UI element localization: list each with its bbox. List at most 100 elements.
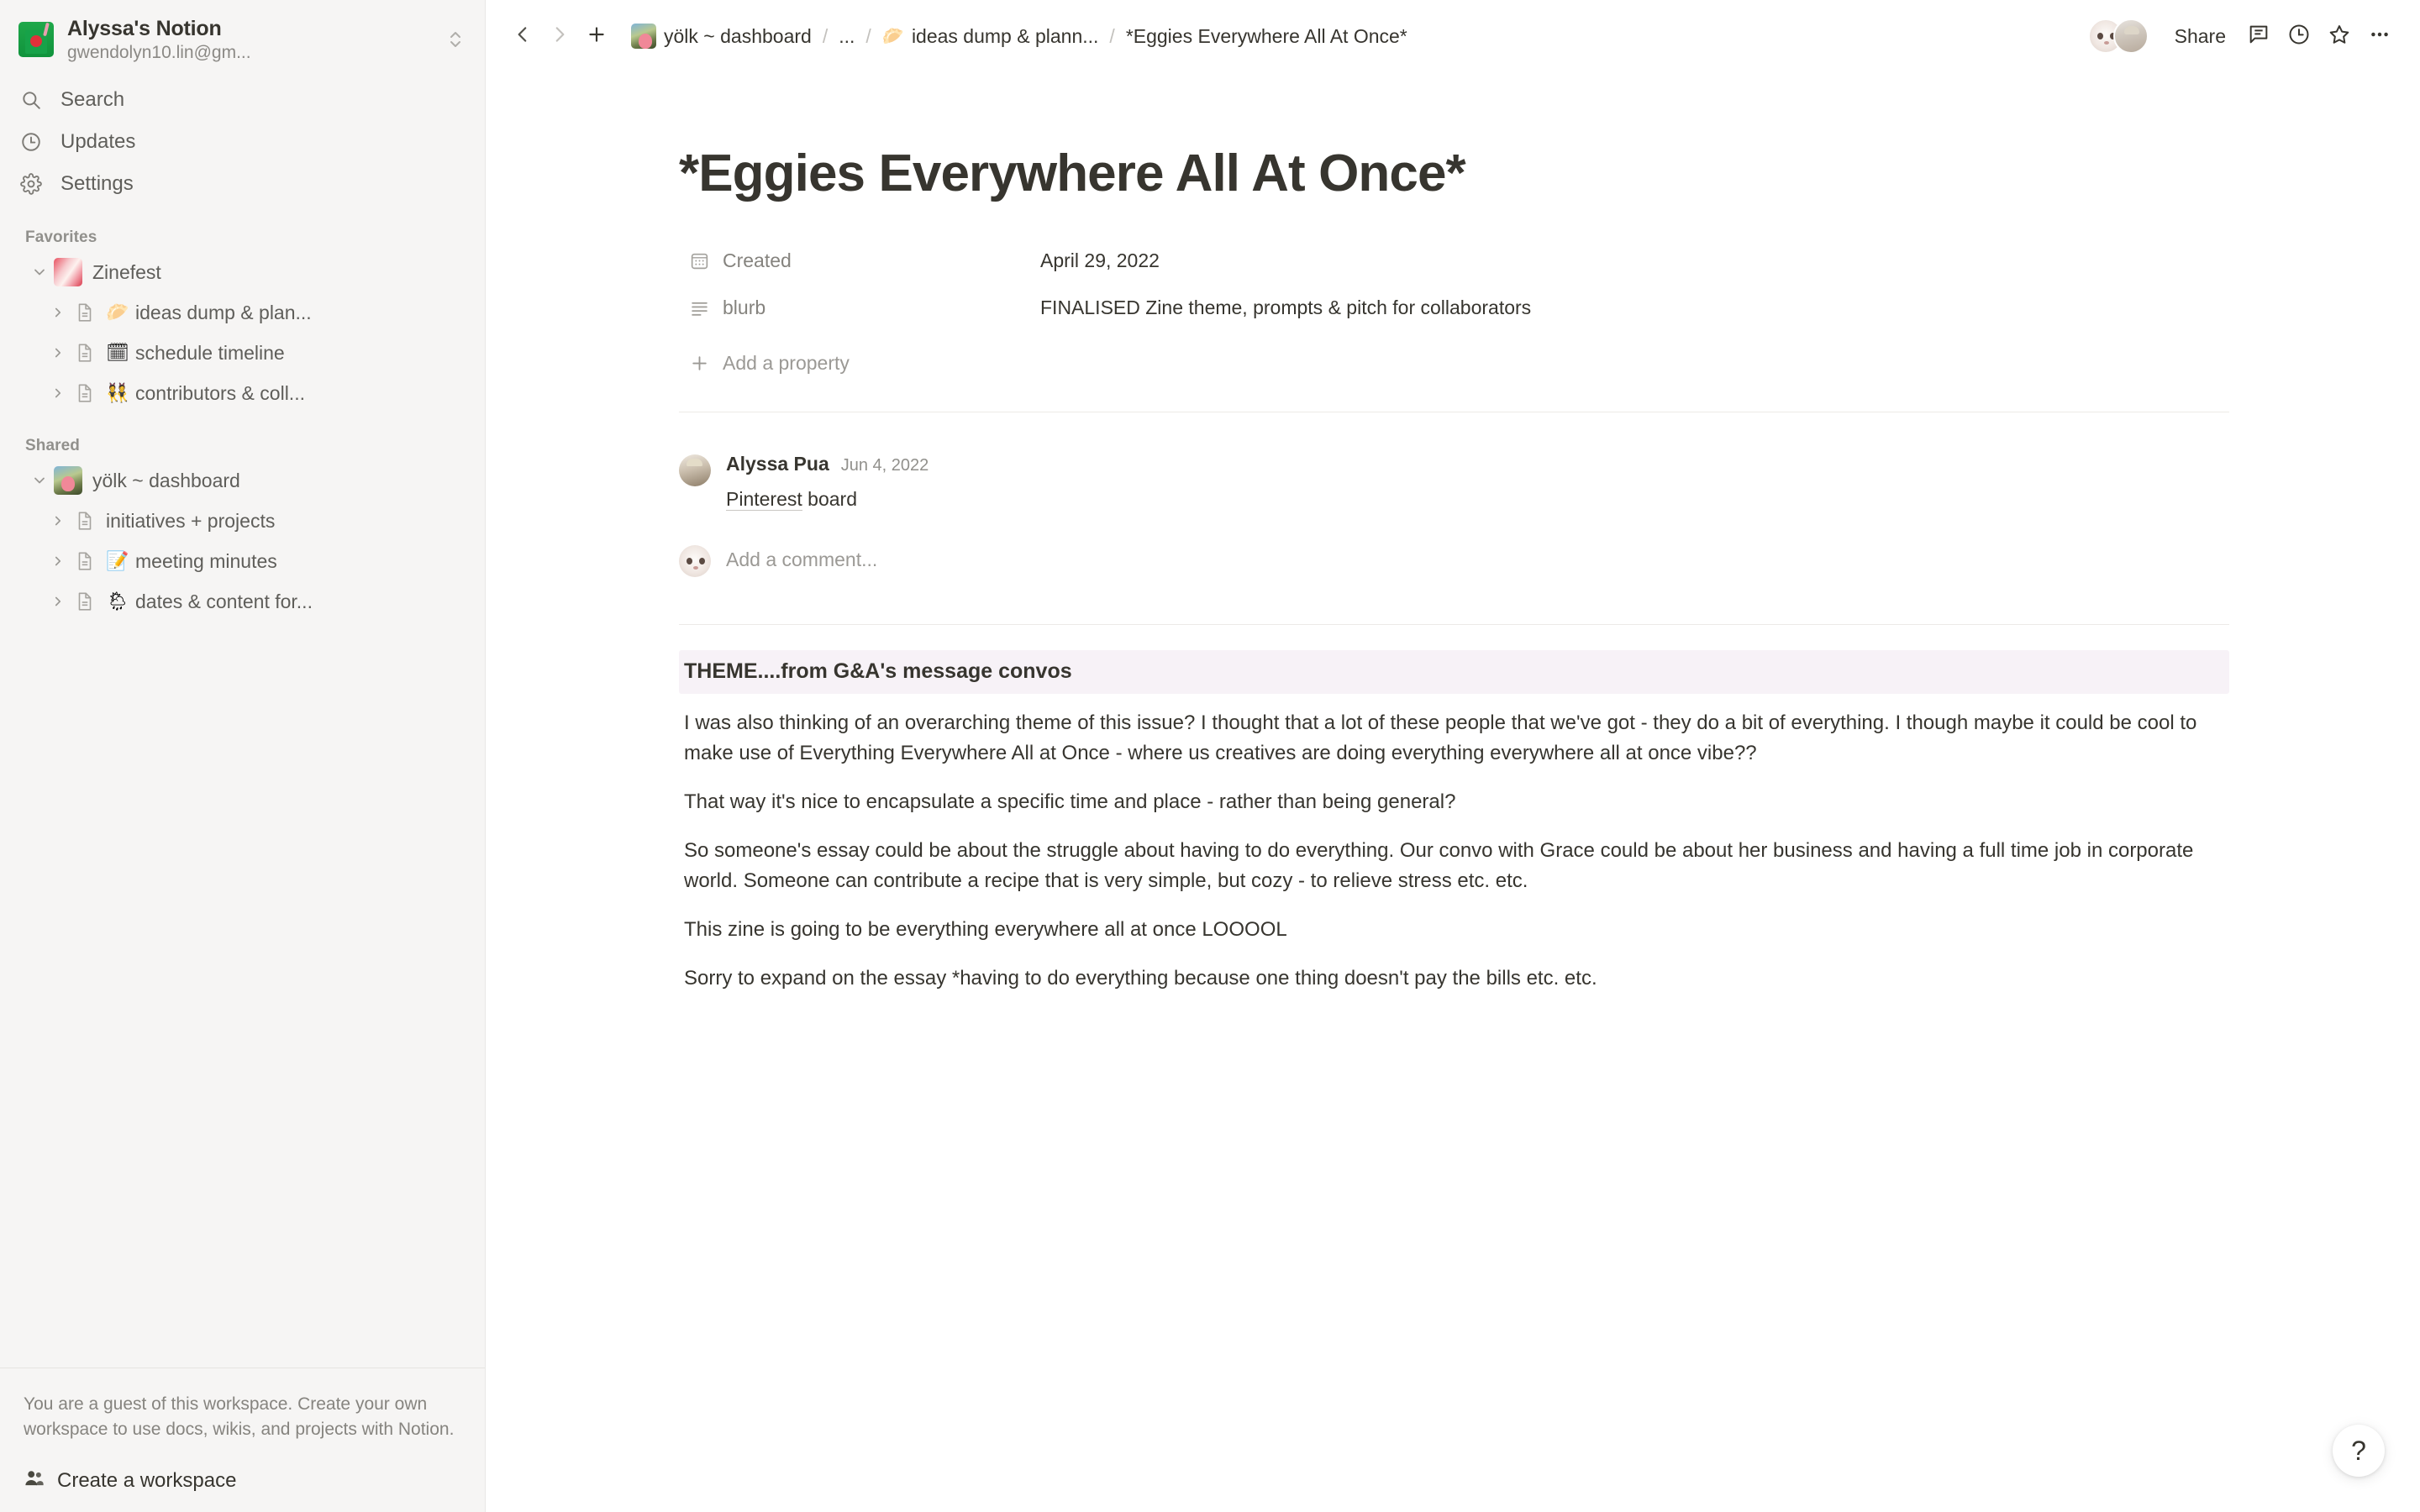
main-area: yölk ~ dashboard / ... / 🥟 ideas dump & … bbox=[486, 0, 2420, 1512]
sidebar: Alyssa's Notion gwendolyn10.lin@gm... Se… bbox=[0, 0, 486, 1512]
back-button[interactable] bbox=[504, 18, 541, 55]
sidebar-item-zinefest[interactable]: Zinefest bbox=[0, 252, 485, 292]
comment-date: Jun 4, 2022 bbox=[840, 456, 929, 475]
sidebar-item-meeting-minutes[interactable]: 📝 meeting minutes bbox=[0, 541, 485, 581]
chevron-right-icon[interactable] bbox=[44, 386, 72, 401]
sidebar-item-schedule-timeline[interactable]: 🗓 schedule timeline bbox=[0, 333, 485, 373]
property-value[interactable]: April 29, 2022 bbox=[1032, 242, 2229, 279]
property-value[interactable]: FINALISED Zine theme, prompts & pitch fo… bbox=[1032, 289, 2229, 326]
avatar[interactable] bbox=[679, 454, 711, 486]
sidebar-item-initiatives-projects[interactable]: initiatives + projects bbox=[0, 501, 485, 541]
comment-text: Pinterest board bbox=[726, 485, 2229, 513]
chevron-left-icon bbox=[512, 24, 534, 50]
breadcrumb: yölk ~ dashboard / ... / 🥟 ideas dump & … bbox=[623, 19, 2088, 53]
breadcrumb-item-ideas-dump[interactable]: 🥟 ideas dump & plann... bbox=[875, 20, 1107, 52]
page-title[interactable]: *Eggies Everywhere All At Once* bbox=[679, 143, 2229, 205]
property-key[interactable]: blurb bbox=[679, 289, 1032, 326]
star-icon bbox=[2328, 23, 2351, 50]
calendar-icon bbox=[687, 249, 711, 272]
breadcrumb-separator: / bbox=[1109, 24, 1115, 47]
property-key[interactable]: Created bbox=[679, 242, 1032, 279]
content-paragraph[interactable]: Sorry to expand on the essay *having to … bbox=[679, 959, 2229, 998]
chevron-right-icon[interactable] bbox=[44, 345, 72, 360]
new-page-button[interactable] bbox=[578, 18, 615, 55]
sidebar-item-search[interactable]: Search bbox=[0, 79, 485, 121]
sidebar-item-contributors[interactable]: 👯 contributors & coll... bbox=[0, 373, 485, 413]
page-inner: *Eggies Everywhere All At Once* Created … bbox=[679, 72, 2229, 998]
app-root: Alyssa's Notion gwendolyn10.lin@gm... Se… bbox=[0, 0, 2420, 1512]
sidebar-item-label: schedule timeline bbox=[135, 342, 285, 364]
breadcrumb-item-current-page[interactable]: *Eggies Everywhere All At Once* bbox=[1118, 20, 1415, 52]
property-row-blurb: blurb FINALISED Zine theme, prompts & pi… bbox=[679, 289, 2229, 336]
workspace-switcher[interactable]: Alyssa's Notion gwendolyn10.lin@gm... bbox=[0, 0, 485, 72]
page-emoji: 📝 bbox=[106, 550, 129, 571]
chevron-right-icon[interactable] bbox=[44, 594, 72, 609]
chevron-right-icon[interactable] bbox=[44, 305, 72, 320]
page-container: *Eggies Everywhere All At Once* Created … bbox=[486, 72, 2420, 998]
content-heading[interactable]: THEME....from G&A's message convos bbox=[679, 650, 2229, 694]
breadcrumb-separator: / bbox=[822, 24, 829, 47]
more-options-button[interactable] bbox=[2361, 18, 2398, 55]
chevron-down-icon[interactable] bbox=[25, 264, 54, 281]
forward-button[interactable] bbox=[541, 18, 578, 55]
avatar[interactable] bbox=[2112, 18, 2149, 54]
chevron-updown-icon[interactable] bbox=[445, 29, 466, 50]
breadcrumb-item-ellipsis[interactable]: ... bbox=[831, 20, 862, 52]
sidebar-item-label: ideas dump & plan... bbox=[135, 302, 312, 323]
sidebar-item-label: Settings bbox=[60, 172, 134, 195]
page-properties: Created April 29, 2022 blurb FINALISED Z… bbox=[679, 242, 2229, 383]
add-comment-row[interactable]: Add a comment... bbox=[679, 542, 2229, 577]
sidebar-item-label: contributors & coll... bbox=[135, 382, 305, 404]
content-paragraph[interactable]: That way it's nice to encapsulate a spec… bbox=[679, 783, 2229, 822]
sidebar-item-label: Search bbox=[60, 88, 125, 111]
page-emoji: 🌦 bbox=[106, 591, 129, 612]
sidebar-item-settings[interactable]: Settings bbox=[0, 163, 485, 205]
workspace-email: gwendolyn10.lin@gm... bbox=[67, 42, 251, 62]
comment-body: Alyssa Pua Jun 4, 2022 Pinterest board bbox=[726, 451, 2229, 513]
comment-link[interactable]: Pinterest bbox=[726, 488, 802, 511]
page-emoji: 🗓 bbox=[106, 342, 129, 363]
breadcrumb-label: yölk ~ dashboard bbox=[664, 25, 812, 47]
sidebar-item-label: initiatives + projects bbox=[106, 510, 276, 532]
page-document-icon bbox=[72, 591, 97, 612]
comments-button[interactable] bbox=[2240, 18, 2277, 55]
comment-header: Alyssa Pua Jun 4, 2022 bbox=[726, 451, 2229, 478]
help-button[interactable]: ? bbox=[2333, 1425, 2385, 1477]
clock-icon bbox=[18, 129, 44, 155]
favorite-button[interactable] bbox=[2321, 18, 2358, 55]
breadcrumb-label: ideas dump & plann... bbox=[911, 25, 1099, 47]
property-name: Created bbox=[723, 249, 792, 271]
sidebar-item-ideas-dump[interactable]: 🥟 ideas dump & plan... bbox=[0, 292, 485, 333]
more-horizontal-icon bbox=[2368, 23, 2391, 50]
comment-icon bbox=[2247, 23, 2270, 50]
add-comment-input[interactable]: Add a comment... bbox=[726, 547, 877, 572]
collaborator-avatars[interactable] bbox=[2087, 18, 2149, 54]
breadcrumb-separator: / bbox=[865, 24, 871, 47]
shared-section-title: Shared bbox=[25, 437, 81, 454]
create-workspace-button[interactable]: Create a workspace bbox=[24, 1467, 461, 1494]
chevron-right-icon[interactable] bbox=[44, 513, 72, 528]
workspace-text: Alyssa's Notion gwendolyn10.lin@gm... bbox=[67, 16, 431, 64]
workspace-name: Alyssa's Notion bbox=[67, 16, 222, 40]
sidebar-item-dates-content[interactable]: 🌦 dates & content for... bbox=[0, 581, 485, 622]
sidebar-item-yolk-dashboard[interactable]: yölk ~ dashboard bbox=[0, 460, 485, 501]
history-button[interactable] bbox=[2281, 18, 2317, 55]
content-paragraph[interactable]: So someone's essay could be about the st… bbox=[679, 832, 2229, 900]
sidebar-item-updates[interactable]: Updates bbox=[0, 121, 485, 163]
gear-icon bbox=[18, 171, 44, 197]
sidebar-item-label: yölk ~ dashboard bbox=[92, 470, 240, 491]
juicebox-emoji bbox=[18, 22, 54, 57]
share-button[interactable]: Share bbox=[2164, 18, 2237, 55]
topbar-actions: Share bbox=[2087, 18, 2398, 55]
sidebar-item-label: Updates bbox=[60, 130, 136, 153]
avatar bbox=[679, 545, 711, 577]
chevron-down-icon[interactable] bbox=[25, 472, 54, 489]
add-property-button[interactable]: Add a property bbox=[679, 343, 858, 383]
content-paragraph[interactable]: This zine is going to be everything ever… bbox=[679, 911, 2229, 949]
comments-section: Alyssa Pua Jun 4, 2022 Pinterest board A… bbox=[679, 412, 2229, 577]
breadcrumb-item-yolk-dashboard[interactable]: yölk ~ dashboard bbox=[623, 19, 819, 53]
chevron-right-icon[interactable] bbox=[44, 554, 72, 569]
content-paragraph[interactable]: I was also thinking of an overarching th… bbox=[679, 704, 2229, 773]
add-property-label: Add a property bbox=[723, 351, 850, 374]
